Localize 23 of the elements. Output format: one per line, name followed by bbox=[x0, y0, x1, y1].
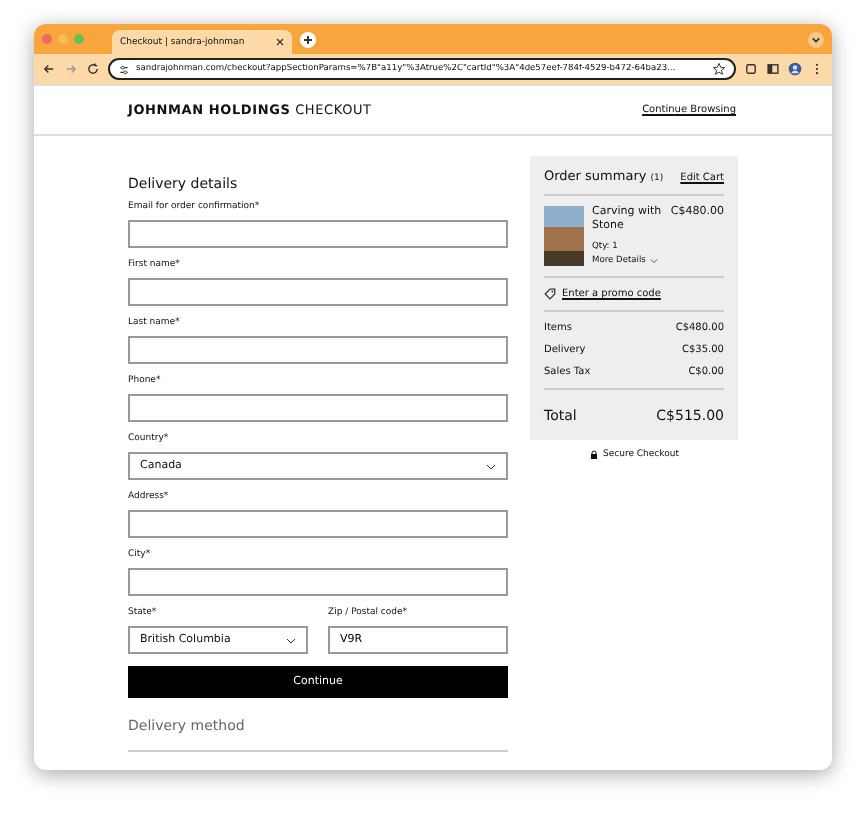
reload-icon[interactable] bbox=[86, 62, 100, 76]
chevron-down-icon bbox=[286, 637, 296, 643]
sidebar-icon[interactable] bbox=[766, 62, 780, 76]
lock-icon bbox=[589, 450, 598, 460]
menu-icon[interactable] bbox=[810, 62, 824, 76]
chevron-down-icon bbox=[486, 463, 496, 469]
close-tab-icon[interactable] bbox=[276, 38, 284, 46]
input-field[interactable] bbox=[128, 278, 508, 306]
extensions-icon[interactable] bbox=[744, 62, 758, 76]
site-settings-icon[interactable] bbox=[118, 63, 130, 75]
product-photo-placeholder bbox=[544, 206, 584, 266]
input-field[interactable] bbox=[128, 568, 508, 596]
star-icon[interactable] bbox=[712, 62, 726, 76]
profile-avatar-icon[interactable] bbox=[788, 62, 802, 76]
input-field[interactable] bbox=[128, 394, 508, 422]
back-icon[interactable] bbox=[42, 62, 56, 76]
input-field[interactable] bbox=[128, 220, 508, 248]
chevron-down-icon bbox=[649, 257, 658, 264]
tab-list-icon[interactable] bbox=[808, 31, 824, 47]
tag-icon bbox=[544, 288, 556, 300]
input-field[interactable] bbox=[128, 510, 508, 538]
input-field[interactable] bbox=[128, 336, 508, 364]
new-tab-icon[interactable] bbox=[300, 31, 316, 47]
